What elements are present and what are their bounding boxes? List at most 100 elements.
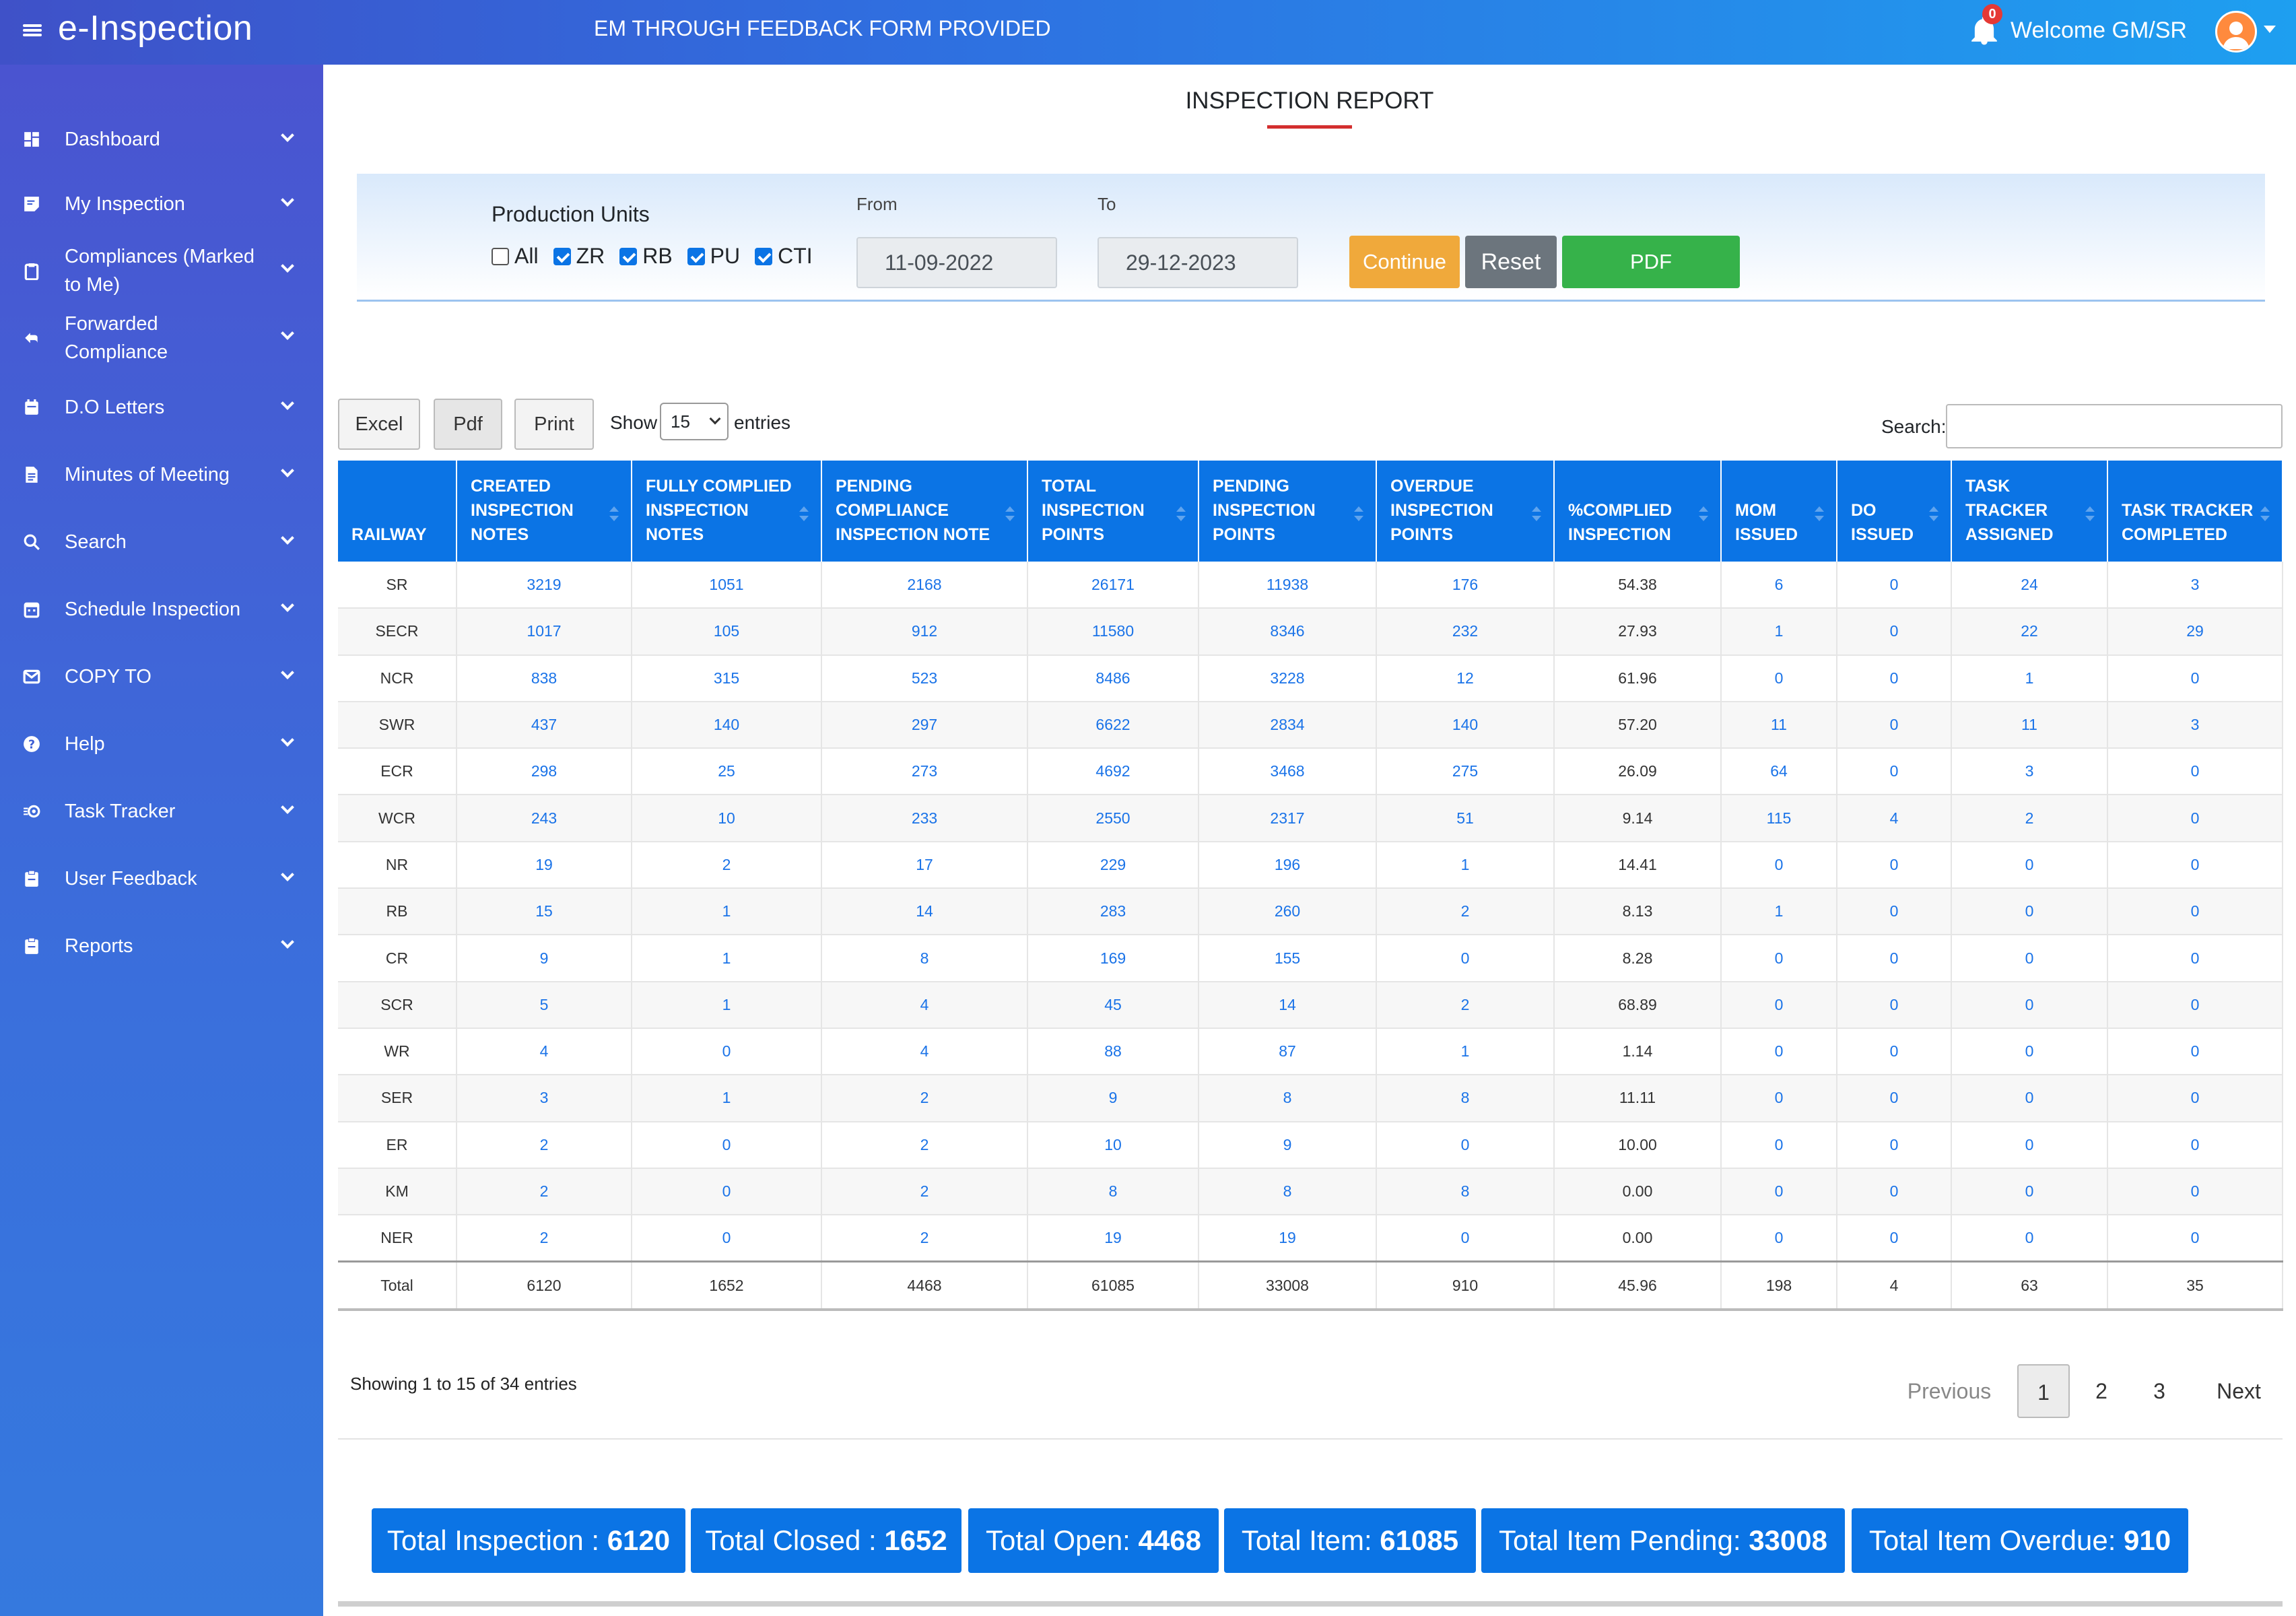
table-cell[interactable]: 2550 [1027,795,1199,842]
table-cell[interactable]: 87 [1198,1028,1377,1076]
table-cell[interactable]: 0 [2107,935,2283,982]
table-cell[interactable]: 0 [1837,935,1952,982]
column-header[interactable]: MOM ISSUED [1721,461,1837,562]
column-header[interactable]: OVERDUE INSPECTION POINTS [1376,461,1555,562]
table-cell[interactable]: 0 [1837,701,1952,749]
table-cell[interactable]: 8 [1198,1075,1377,1122]
table-cell[interactable]: 298 [457,748,632,796]
sidebar-item-search[interactable]: Search [0,528,323,556]
sort-icon[interactable] [1005,506,1015,521]
print-button[interactable]: Print [514,399,594,450]
checkbox-rb[interactable] [619,247,638,265]
table-cell[interactable]: 0 [2107,748,2283,796]
table-cell[interactable]: 14 [821,888,1028,936]
table-cell[interactable]: 260 [1198,888,1377,936]
sidebar-item-user-feedback[interactable]: User Feedback [0,865,323,893]
table-cell[interactable]: 25 [632,748,822,796]
table-cell[interactable]: 6622 [1027,701,1199,749]
table-cell[interactable]: 0 [2107,1075,2283,1122]
table-cell[interactable]: 19 [457,841,632,889]
sidebar-item-do-letters[interactable]: D.O Letters [0,393,323,422]
table-cell[interactable]: 22 [1951,608,2108,656]
avatar[interactable] [2215,11,2257,53]
table-cell[interactable]: 4692 [1027,748,1199,796]
checkbox-pu[interactable] [687,247,705,265]
table-cell[interactable]: 0 [1721,981,1837,1029]
table-cell[interactable]: 26171 [1027,562,1199,609]
sidebar-item-copy-to[interactable]: COPY TO [0,663,323,691]
table-cell[interactable]: 0 [2107,841,2283,889]
table-cell[interactable]: 29 [2107,608,2283,656]
sort-icon[interactable] [609,506,619,521]
table-cell[interactable]: 1 [632,1075,822,1122]
table-cell[interactable]: 2 [457,1215,632,1262]
table-cell[interactable]: 4 [821,1028,1028,1076]
table-cell[interactable]: 0 [1721,1028,1837,1076]
table-cell[interactable]: 0 [1951,981,2108,1029]
table-cell[interactable]: 0 [1951,1121,2108,1169]
table-cell[interactable]: 0 [1721,1075,1837,1122]
scrollbar-track[interactable] [338,1601,2283,1607]
table-cell[interactable]: 283 [1027,888,1199,936]
search-input[interactable] [1946,404,2283,448]
sidebar-item-minutes-of-meeting[interactable]: Minutes of Meeting [0,461,323,489]
table-cell[interactable]: 0 [2107,981,2283,1029]
table-cell[interactable]: 1 [1951,654,2108,702]
table-cell[interactable]: 1 [1376,841,1555,889]
table-cell[interactable]: 155 [1198,935,1377,982]
table-cell[interactable]: 0 [1951,1028,2108,1076]
table-cell[interactable]: 0 [1951,935,2108,982]
table-cell[interactable]: 523 [821,654,1028,702]
table-cell[interactable]: 315 [632,654,822,702]
table-cell[interactable]: 17 [821,841,1028,889]
table-cell[interactable]: 3219 [457,562,632,609]
sidebar-item-task-tracker[interactable]: Task Tracker [0,797,323,826]
table-cell[interactable]: 0 [1837,1168,1952,1216]
column-header[interactable]: PENDING INSPECTION POINTS [1198,461,1377,562]
table-cell[interactable]: 1 [632,981,822,1029]
sort-icon[interactable] [2260,506,2270,521]
table-cell[interactable]: 4 [821,981,1028,1029]
column-header[interactable]: CREATED INSPECTION NOTES [457,461,632,562]
table-cell[interactable]: 4 [457,1028,632,1076]
sort-icon[interactable] [1929,506,1938,521]
sort-icon[interactable] [799,506,809,521]
table-cell[interactable]: 838 [457,654,632,702]
table-cell[interactable]: 0 [1951,1215,2108,1262]
table-cell[interactable]: 0 [2107,795,2283,842]
table-cell[interactable]: 11938 [1198,562,1377,609]
table-cell[interactable]: 2 [821,1215,1028,1262]
table-cell[interactable]: 3 [2107,701,2283,749]
column-header[interactable]: %COMPLIED INSPECTION [1554,461,1722,562]
table-cell[interactable]: 3 [457,1075,632,1122]
table-cell[interactable]: 2 [457,1168,632,1216]
page-button-3[interactable]: 3 [2136,1364,2183,1418]
table-cell[interactable]: 2 [457,1121,632,1169]
sidebar-item-schedule-inspection[interactable]: Schedule Inspection [0,595,323,624]
table-cell[interactable]: 3228 [1198,654,1377,702]
table-cell[interactable]: 1051 [632,562,822,609]
column-header[interactable]: TASK TRACKER COMPLETED [2107,461,2283,562]
table-cell[interactable]: 273 [821,748,1028,796]
table-cell[interactable]: 8346 [1198,608,1377,656]
excel-export-button[interactable]: Excel [338,399,420,450]
table-cell[interactable]: 0 [1376,1121,1555,1169]
table-cell[interactable]: 2168 [821,562,1028,609]
table-cell[interactable]: 0 [1376,1215,1555,1262]
page-button-1[interactable]: 1 [2017,1364,2070,1418]
from-date-input[interactable]: 11-09-2022 [856,237,1057,288]
column-header[interactable]: PENDING COMPLIANCE INSPECTION NOTE [821,461,1028,562]
sort-icon[interactable] [1815,506,1824,521]
table-cell[interactable]: 19 [1027,1215,1199,1262]
user-menu-caret-icon[interactable] [2264,26,2276,33]
table-cell[interactable]: 4 [1837,795,1952,842]
table-cell[interactable]: 0 [1837,562,1952,609]
table-cell[interactable]: 8 [1198,1168,1377,1216]
menu-toggle-icon[interactable] [23,20,42,40]
column-header[interactable]: FULLY COMPLIED INSPECTION NOTES [632,461,822,562]
table-cell[interactable]: 169 [1027,935,1199,982]
table-cell[interactable]: 0 [2107,1215,2283,1262]
table-cell[interactable]: 45 [1027,981,1199,1029]
table-cell[interactable]: 233 [821,795,1028,842]
table-cell[interactable]: 0 [1951,1075,2108,1122]
